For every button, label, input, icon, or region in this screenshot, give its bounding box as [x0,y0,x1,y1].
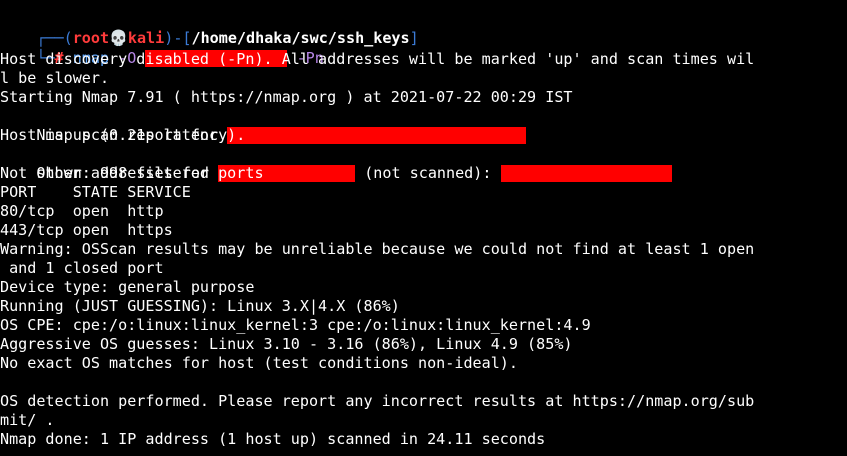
terminal-window[interactable]: ┌──(root💀kali)-[/home/dhaka/swc/ssh_keys… [0,0,847,456]
prompt-header: ┌──(root💀kali)-[/home/dhaka/swc/ssh_keys… [0,10,418,47]
port-table-header: PORT STATE SERVICE [0,183,191,201]
port-row: 443/tcp open https [0,221,173,239]
output-line: Device type: general purpose [0,278,255,296]
command-line[interactable]: └─# nmap -O -Pn [0,30,324,67]
output-line: Starting Nmap 7.91 ( https://nmap.org ) … [0,88,573,106]
output-line-other-addresses: Other addresses for (not scanned): [0,145,672,182]
port-row: 80/tcp open http [0,202,164,220]
output-line: and 1 closed port [0,259,164,277]
output-line: OS CPE: cpe:/o:linux:linux_kernel:3 cpe:… [0,316,591,334]
output-line: Aggressive OS guesses: Linux 3.10 - 3.16… [0,335,573,353]
output-line: mit/ . [0,411,55,429]
output-line: Nmap done: 1 IP address (1 host up) scan… [0,430,546,448]
output-line: OS detection performed. Please report an… [0,392,755,410]
output-line: Host discovery disabled (-Pn). All addre… [0,50,755,68]
redacted-addresses [500,165,672,182]
output-line: Running (JUST GUESSING): Linux 3.X|4.X (… [0,297,400,315]
prompt-bracket-close: ] [409,29,419,47]
redacted-host [227,127,527,144]
output-line: No exact OS matches for host (test condi… [0,354,518,372]
output-line: Warning: OSScan results may be unreliabl… [0,240,755,258]
output-line-scan-report: Nmap scan report for [0,107,527,144]
output-line: Host is up (0.21s latency). [0,126,246,144]
output-line: Not shown: 998 filtered ports [0,164,264,182]
not-scanned-label: (not scanned): [364,164,492,182]
output-line: l be slower. [0,69,110,87]
